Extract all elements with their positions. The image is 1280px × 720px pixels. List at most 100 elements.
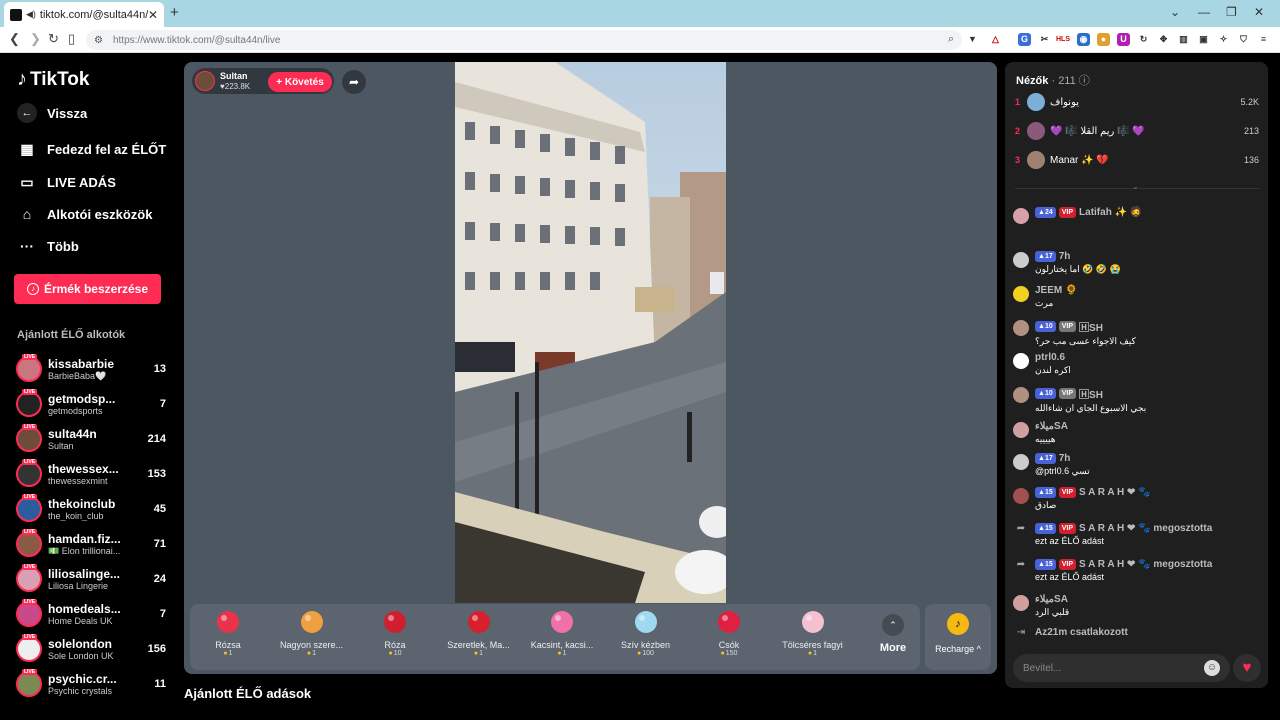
chat-username[interactable]: Latifah ✨ 🧔 [1079, 207, 1142, 218]
creator-item[interactable]: LIVE liliosalinge... Liliosa Lingerie 24 [16, 563, 166, 595]
buy-coins-button[interactable]: ♪ Érmék beszerzése [14, 274, 161, 304]
nav-explore-live[interactable]: ▦ Fedezd fel az ÉLŐT [17, 141, 166, 158]
menu-icon[interactable]: ≡ [1257, 33, 1270, 46]
bookmark-icon[interactable]: ▯ [68, 31, 75, 47]
tiktok-logo[interactable]: ♪ TikTok [17, 68, 89, 91]
gift-item[interactable]: Rózsa1 [187, 608, 269, 657]
user-avatar[interactable] [1013, 286, 1029, 302]
user-avatar[interactable] [1013, 252, 1029, 268]
creator-avatar[interactable]: LIVE [16, 494, 42, 522]
translate-ext-icon[interactable]: G [1018, 33, 1031, 46]
chevron-down-icon[interactable]: ⌄ [1132, 182, 1139, 191]
scissors-ext-icon[interactable]: ✂ [1038, 33, 1051, 46]
user-avatar[interactable] [1013, 208, 1029, 224]
ext-globe-icon[interactable]: ◉ [1077, 33, 1090, 46]
ext-color-icon[interactable]: ● [1097, 33, 1110, 46]
creator-avatar[interactable]: LIVE [16, 564, 42, 592]
extensions-icon[interactable]: ✥ [1157, 33, 1170, 46]
info-icon[interactable]: ⓘ [1079, 75, 1090, 87]
back-arrow-icon[interactable]: ❮ [9, 31, 20, 47]
chat-username[interactable]: 7h [1059, 251, 1071, 262]
creator-avatar[interactable]: LIVE [16, 354, 42, 382]
more-gifts-button[interactable]: ⌃ More [873, 610, 913, 654]
host-avatar[interactable] [195, 71, 215, 91]
brave-rewards-icon[interactable]: △ [989, 33, 1002, 46]
close-window-icon[interactable]: ✕ [1254, 5, 1264, 19]
site-info-icon[interactable]: ⚙ [94, 35, 103, 46]
reload-icon[interactable]: ↻ [48, 31, 59, 47]
close-tab-icon[interactable]: ✕ [148, 8, 158, 22]
top-viewer-row[interactable]: 1 يونواف 5.2K [1015, 91, 1259, 113]
creator-item[interactable]: LIVE getmodsp... getmodsports 7 [16, 388, 166, 420]
creator-item[interactable]: LIVE psychic.cr... Psychic crystals 11 [16, 668, 166, 700]
maximize-icon[interactable]: ❐ [1226, 5, 1237, 19]
nav-more[interactable]: ··· Több [17, 238, 79, 254]
gift-item[interactable]: Szeretlek, Ma...1 [438, 608, 520, 657]
minimize-icon[interactable]: — [1198, 5, 1210, 19]
ext-u-icon[interactable]: U [1117, 33, 1130, 46]
follow-button[interactable]: + Követés [268, 72, 332, 92]
gift-item[interactable]: Kacsint, kacsi...1 [521, 608, 603, 657]
user-avatar[interactable] [1013, 353, 1029, 369]
leo-ai-icon[interactable]: ✧ [1217, 33, 1230, 46]
creator-avatar[interactable]: LIVE [16, 669, 42, 697]
speaker-icon[interactable]: ◀) [26, 9, 36, 20]
user-avatar[interactable] [1013, 595, 1029, 611]
creator-avatar[interactable]: LIVE [16, 634, 42, 662]
forward-arrow-icon[interactable]: ❯ [30, 31, 41, 47]
creator-avatar[interactable]: LIVE [16, 389, 42, 417]
user-avatar[interactable] [1013, 488, 1029, 504]
creator-item[interactable]: LIVE hamdan.fiz... 💵 Elon trillionai... 71 [16, 528, 166, 560]
chat-username[interactable]: ptrl0.6 [1035, 352, 1065, 363]
creator-item[interactable]: LIVE thewessex... thewessexmint 153 [16, 458, 166, 490]
chat-username[interactable]: JEEM 🌻 [1035, 285, 1077, 296]
top-viewer-row[interactable]: 2 💜 🎼 ريم القلا 🎼 💜 213 [1015, 120, 1259, 142]
viewer-avatar[interactable] [1027, 151, 1045, 169]
creator-avatar[interactable]: LIVE [16, 529, 42, 557]
chat-username[interactable]: 7h [1059, 453, 1071, 464]
gift-item[interactable]: Róza10 [354, 608, 436, 657]
gift-item[interactable]: Csók150 [688, 608, 770, 657]
chat-username[interactable]: ميلاءSA [1035, 421, 1068, 432]
ext-refresh-icon[interactable]: ↻ [1137, 33, 1150, 46]
brave-shield-icon[interactable]: ▼ [966, 33, 979, 46]
recharge-button[interactable]: ♪ Recharge ^ [925, 604, 991, 670]
nav-creator-tools[interactable]: ⌂ Alkotói eszközök [17, 206, 153, 222]
creator-item[interactable]: LIVE solelondon Sole London UK 156 [16, 633, 166, 665]
creator-avatar[interactable]: LIVE [16, 424, 42, 452]
creator-item[interactable]: LIVE sulta44n Sultan 214 [16, 423, 166, 455]
new-tab-icon[interactable]: + [170, 4, 179, 21]
nav-live-broadcast[interactable]: ▭ LIVE ADÁS [17, 174, 115, 191]
creator-avatar[interactable]: LIVE [16, 459, 42, 487]
share-icon[interactable]: ➦ [342, 70, 366, 94]
zoom-icon[interactable]: ⌕ [948, 33, 954, 46]
gift-item[interactable]: Nagyon szere...1 [271, 608, 353, 657]
user-avatar[interactable] [1013, 422, 1029, 438]
top-viewer-row[interactable]: 3 Manar ✨ 💔 136 [1015, 149, 1259, 171]
chat-username[interactable]: 🄷SH [1079, 319, 1103, 334]
sidebar-toggle-icon[interactable]: ▥ [1177, 33, 1190, 46]
chat-username[interactable]: 🄷SH [1079, 386, 1103, 401]
url-field[interactable]: ⚙ https://www.tiktok.com/@sulta44n/live … [86, 30, 962, 50]
wallet-icon[interactable]: ▣ [1197, 33, 1210, 46]
chat-username[interactable]: Az21m csatlakozott [1035, 627, 1128, 638]
viewer-avatar[interactable] [1027, 122, 1045, 140]
viewer-avatar[interactable] [1027, 93, 1045, 111]
creator-item[interactable]: LIVE thekoinclub the_koin_club 45 [16, 493, 166, 525]
chat-username[interactable]: S A R A H ❤ 🐾 [1079, 487, 1151, 498]
like-heart-icon[interactable]: ♥ [1233, 654, 1261, 682]
chat-username[interactable]: S A R A H ❤ 🐾 megosztotta [1079, 523, 1212, 534]
user-avatar[interactable] [1013, 320, 1029, 336]
user-avatar[interactable] [1013, 454, 1029, 470]
vpn-shield-icon[interactable]: ⛉ [1237, 33, 1250, 46]
browser-tab[interactable]: ◀) tiktok.com/@sulta44n/live ✕ [4, 2, 164, 27]
emoji-icon[interactable]: ☺ [1204, 660, 1220, 676]
hls-ext-icon[interactable]: HLS [1056, 33, 1070, 46]
user-avatar[interactable] [1013, 387, 1029, 403]
gift-item[interactable]: Tölcséres fagyi1 [772, 608, 854, 657]
chat-input[interactable]: Bevitel... ☺ [1013, 654, 1230, 682]
chat-username[interactable]: S A R A H ❤ 🐾 megosztotta [1079, 559, 1212, 570]
creator-item[interactable]: LIVE kissabarbie BarbieBaba🤍 13 [16, 353, 166, 385]
creator-avatar[interactable]: LIVE [16, 599, 42, 627]
back-button[interactable]: ← Vissza [17, 103, 87, 123]
